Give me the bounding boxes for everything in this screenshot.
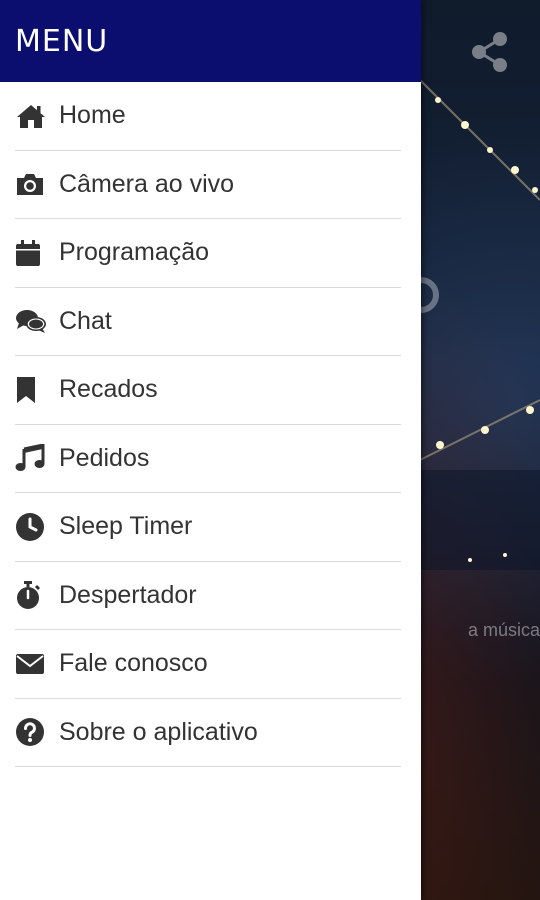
music-note-icon <box>15 442 47 474</box>
menu-item-label: Câmera ao vivo <box>59 169 235 198</box>
menu-item-messages[interactable]: Recados <box>15 356 401 425</box>
chat-icon <box>15 305 47 337</box>
drawer-header: MENU <box>0 0 421 82</box>
question-circle-icon <box>15 716 47 748</box>
menu-item-label: Pedidos <box>59 443 150 472</box>
menu-item-label: Despertador <box>59 580 197 609</box>
calendar-icon <box>15 237 47 269</box>
menu-item-home[interactable]: Home <box>15 82 401 151</box>
menu-item-label: Programação <box>59 238 210 267</box>
menu-item-contact[interactable]: Fale conosco <box>15 630 401 699</box>
drawer-title: MENU <box>15 23 109 59</box>
menu-item-label: Sleep Timer <box>59 512 193 541</box>
menu-item-label: Chat <box>59 306 112 335</box>
home-icon <box>15 100 47 132</box>
menu-list: Home Câmera ao vivo Programação Chat Rec… <box>0 82 421 767</box>
menu-item-about[interactable]: Sobre o aplicativo <box>15 699 401 767</box>
menu-item-sleep-timer[interactable]: Sleep Timer <box>15 493 401 562</box>
menu-item-camera[interactable]: Câmera ao vivo <box>15 151 401 219</box>
menu-item-requests[interactable]: Pedidos <box>15 425 401 493</box>
menu-item-label: Sobre o aplicativo <box>59 717 258 746</box>
background-caption: a música <box>467 620 540 640</box>
menu-item-schedule[interactable]: Programação <box>15 219 401 288</box>
menu-item-label: Home <box>59 101 126 130</box>
menu-item-label: Fale conosco <box>59 649 208 678</box>
camera-icon <box>15 168 47 200</box>
clock-icon <box>15 511 47 543</box>
menu-item-label: Recados <box>59 375 158 404</box>
envelope-icon <box>15 648 47 680</box>
share-icon[interactable] <box>468 30 512 74</box>
menu-item-chat[interactable]: Chat <box>15 288 401 356</box>
bookmark-icon <box>15 374 47 406</box>
menu-item-alarm[interactable]: Despertador <box>15 562 401 630</box>
navigation-drawer: MENU Home Câmera ao vivo Programação Cha… <box>0 0 421 900</box>
stopwatch-icon <box>15 579 47 611</box>
